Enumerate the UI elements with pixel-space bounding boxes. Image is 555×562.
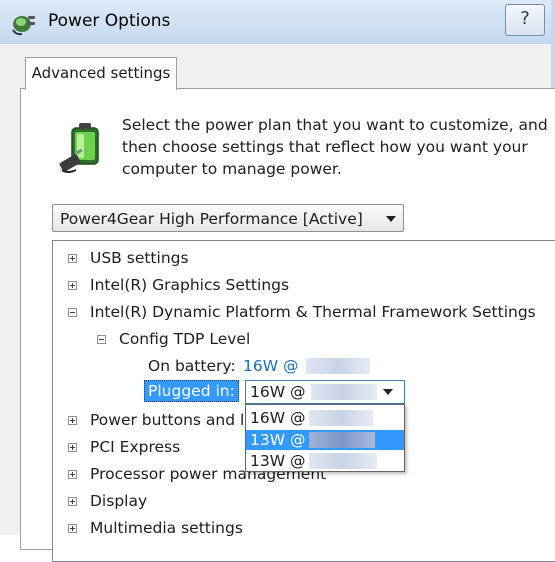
minus-box-icon[interactable] [68,308,77,317]
tree-item-usb-settings[interactable]: USB settings [90,248,189,268]
tree-item-power-buttons[interactable]: Power buttons and lid [90,410,258,430]
on-battery-value[interactable]: 16W @ [243,356,298,376]
chevron-down-icon [386,216,396,222]
help-button[interactable]: ? [505,4,545,36]
plugged-in-label: Plugged in: [144,380,239,402]
power-plug-icon [12,16,35,36]
plus-box-icon[interactable] [68,416,77,425]
plugged-in-combo-value: 16W @ [250,383,306,401]
title-bar: Power Options ? [0,0,555,45]
tree-item-display[interactable]: Display [90,491,147,511]
redacted-value [306,358,370,374]
redacted-value [309,410,373,426]
plus-box-icon[interactable] [68,470,77,479]
plus-box-icon[interactable] [68,443,77,452]
power-plan-select[interactable]: Power4Gear High Performance [Active] [52,204,404,232]
tree-item-graphics-settings[interactable]: Intel(R) Graphics Settings [90,275,289,295]
plus-box-icon[interactable] [68,281,77,290]
redacted-value [309,432,375,448]
plus-box-icon[interactable] [68,254,77,263]
power-plan-value: Power4Gear High Performance [Active] [60,210,363,228]
tree-item-pci-express[interactable]: PCI Express [90,437,180,457]
tree-item-config-tdp-level[interactable]: Config TDP Level [119,329,250,349]
battery-plug-icon [59,123,99,173]
plus-box-icon[interactable] [68,524,77,533]
on-battery-label: On battery: [148,357,236,375]
plus-box-icon[interactable] [68,497,77,506]
tree-item-dptf-settings[interactable]: Intel(R) Dynamic Platform & Thermal Fram… [90,302,536,322]
redacted-value [309,453,377,469]
option-label: 13W @ [250,431,306,449]
tab-advanced-settings[interactable]: Advanced settings [25,57,177,90]
description-text: Select the power plan that you want to c… [122,116,548,178]
tree-item-multimedia[interactable]: Multimedia settings [90,518,243,538]
chevron-down-icon[interactable] [383,389,393,395]
minus-box-icon[interactable] [97,335,106,344]
option-label: 13W @ [250,452,306,470]
option-label: 16W @ [250,409,306,427]
window-title: Power Options [48,11,171,31]
redacted-value [311,384,377,400]
